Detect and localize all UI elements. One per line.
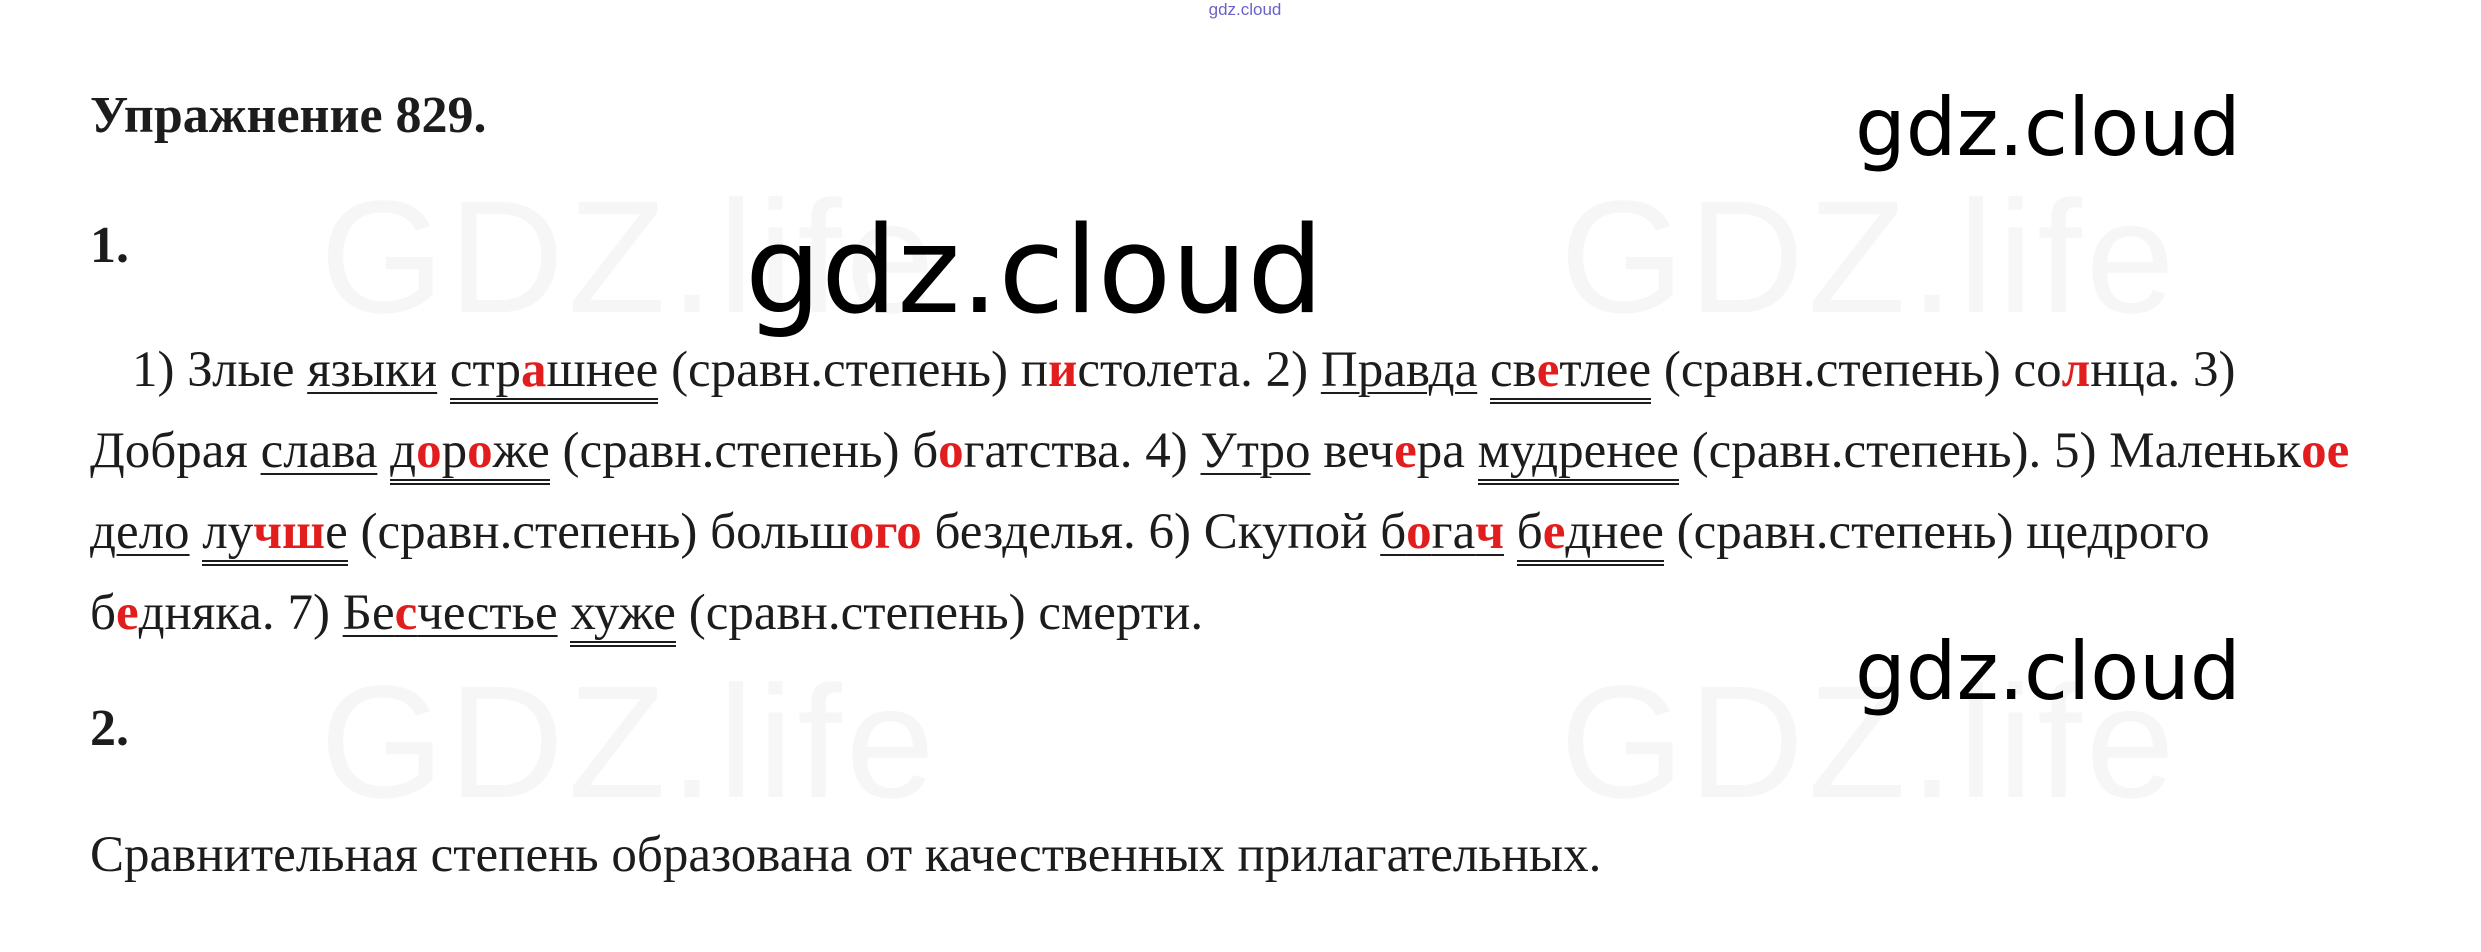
predicate: светлее xyxy=(1489,342,1652,404)
background-watermark: GDZ.life xyxy=(1560,167,2179,346)
subject: дело xyxy=(90,504,190,560)
part-1-number: 1. xyxy=(90,217,129,274)
page: gdz.cloud GDZ.life GDZ.life GDZ.life GDZ… xyxy=(0,0,2481,952)
brand-watermark: gdz.cloud xyxy=(1855,81,2241,174)
subject: Правда xyxy=(1320,342,1478,398)
subject: Утро xyxy=(1200,423,1311,479)
part-2-number: 2. xyxy=(90,700,129,757)
conclusion-text: Сравнительная степень образована от каче… xyxy=(90,827,1602,883)
subject: богач xyxy=(1380,504,1504,560)
exercise-title: Упражнение 829. xyxy=(90,87,487,144)
sentence-7: 7) Бесчестье хуже (сравн.степень) смерти… xyxy=(287,585,1203,647)
predicate: беднее xyxy=(1516,504,1664,566)
predicate: страшнее xyxy=(449,342,659,404)
brand-watermark-large: gdz.cloud xyxy=(745,202,1324,341)
subject: языки xyxy=(307,342,438,398)
predicate: лучше xyxy=(202,504,348,566)
background-watermark: GDZ.life xyxy=(320,652,939,831)
proverbs-paragraph: 1) Злые языки страшнее (сравн.степень) п… xyxy=(90,330,2390,654)
subject: слава xyxy=(260,423,378,479)
subject: Бесчестье xyxy=(342,585,558,641)
sentence-4: 4) Утро вечера мудренее (сравн.степень). xyxy=(1145,423,2041,485)
predicate: мудренее xyxy=(1477,423,1679,485)
predicate: хуже xyxy=(570,585,676,647)
sentence-1: 1) Злые языки страшнее (сравн.степень) п… xyxy=(132,342,1253,404)
sentence-2: 2) Правда светлее (сравн.степень) солнца… xyxy=(1266,342,2180,404)
predicate: дороже xyxy=(390,423,550,485)
top-watermark-label: gdz.cloud xyxy=(1208,0,1282,19)
